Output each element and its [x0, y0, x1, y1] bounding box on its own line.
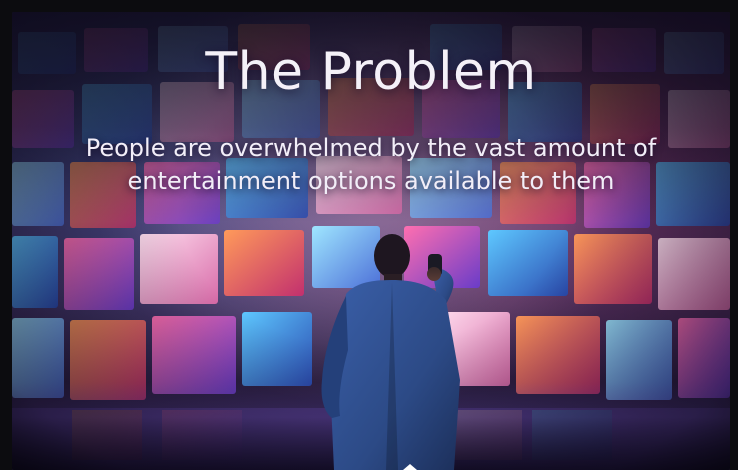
presentation-frame: The Problem People are overwhelmed by th… [0, 0, 738, 470]
person-silhouette [294, 230, 494, 470]
cursor-caret-icon [403, 464, 417, 470]
problem-slide: The Problem People are overwhelmed by th… [12, 12, 730, 470]
slide-subtitle: People are overwhelmed by the vast amoun… [85, 134, 657, 195]
slide-title: The Problem [205, 42, 537, 102]
